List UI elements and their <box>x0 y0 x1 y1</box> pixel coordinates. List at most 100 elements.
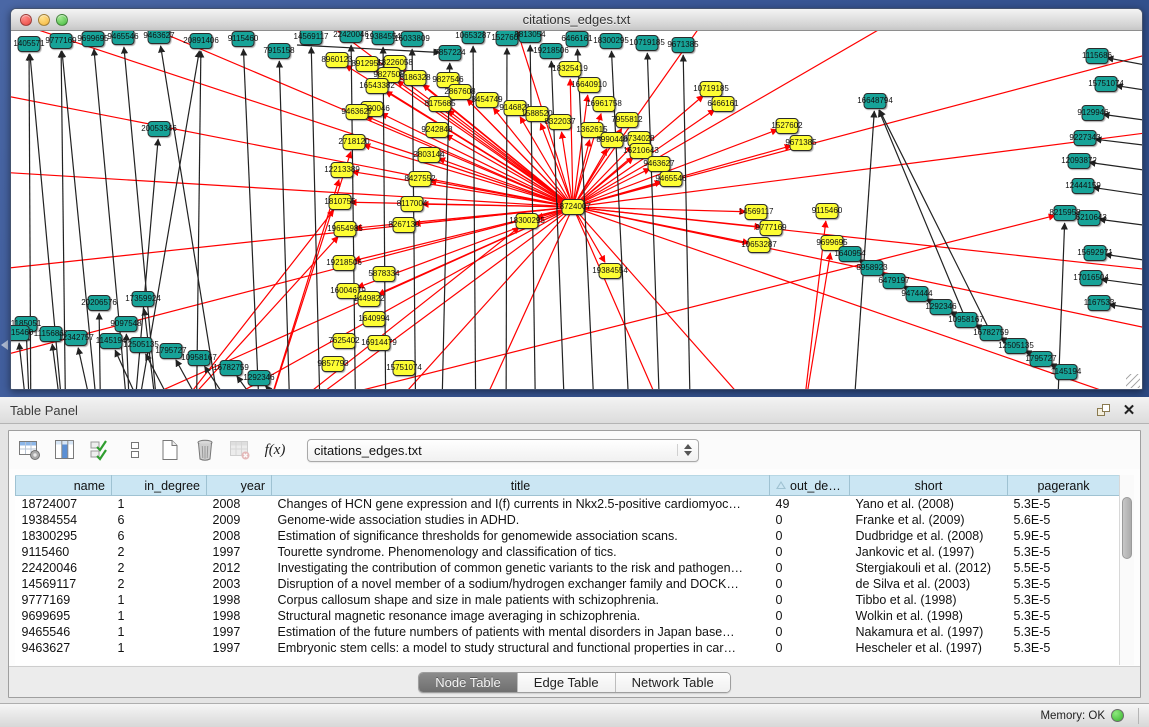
graph-node[interactable]: 9227343 <box>1074 130 1097 146</box>
graph-node[interactable]: 9465546 <box>660 171 683 187</box>
graph-node[interactable]: 9129946 <box>1082 105 1105 121</box>
table-cell[interactable]: Estimation of the future numbers of pati… <box>272 624 770 640</box>
table-cell[interactable]: 9777169 <box>16 592 112 608</box>
graph-node[interactable]: 2718120 <box>343 134 366 150</box>
graph-node[interactable]: 1145194 <box>1055 364 1078 380</box>
table-cell[interactable]: 1 <box>112 592 207 608</box>
table-cell[interactable]: Estimation of significance thresholds fo… <box>272 528 770 544</box>
graph-node[interactable]: 8267130 <box>393 217 416 233</box>
citation-edge-red[interactable] <box>573 207 605 262</box>
graph-node[interactable]: 1640994 <box>363 311 386 327</box>
graph-node[interactable]: 16210643 <box>1078 210 1101 226</box>
table-cell[interactable]: 0 <box>770 576 850 592</box>
graph-node[interactable]: 9115460 <box>232 31 255 47</box>
graph-node[interactable]: 8427552 <box>409 171 432 187</box>
table-cell[interactable]: 1997 <box>207 544 272 560</box>
table-cell[interactable]: 49 <box>770 496 850 512</box>
table-cell[interactable]: Tibbo et al. (1998) <box>850 592 1008 608</box>
close-panel-button[interactable]: ✕ <box>1119 401 1139 419</box>
table-cell[interactable]: 5.3E-5 <box>1008 496 1120 512</box>
table-cell[interactable]: 9463627 <box>16 640 112 656</box>
graph-node[interactable]: 9242848 <box>426 122 449 138</box>
citation-edge-black[interactable] <box>78 348 101 390</box>
function-builder-button[interactable]: f(x) <box>262 437 288 463</box>
new-column-button[interactable] <box>157 437 183 463</box>
graph-node[interactable]: 7857224 <box>439 45 462 61</box>
table-cell[interactable]: Investigating the contribution of common… <box>272 560 770 576</box>
graph-node[interactable]: 12505135 <box>130 337 153 353</box>
table-cell[interactable]: Changes of HCN gene expression and I(f) … <box>272 496 770 512</box>
table-row[interactable]: 2242004622012Investigating the contribut… <box>16 560 1120 576</box>
graph-node[interactable]: 16033809 <box>401 31 424 47</box>
graph-node[interactable]: 8322037 <box>549 114 572 130</box>
table-cell[interactable]: Franke et al. (2009) <box>850 512 1008 528</box>
graph-node[interactable]: 10958167 <box>955 312 978 328</box>
graph-node[interactable]: 18325419 <box>559 61 582 77</box>
table-cell[interactable]: 2 <box>112 560 207 576</box>
row-height-button[interactable] <box>122 437 148 463</box>
column-select-button[interactable] <box>87 437 113 463</box>
table-cell[interactable]: 2008 <box>207 496 272 512</box>
window-resize-grip[interactable] <box>1126 374 1140 388</box>
table-cell[interactable]: Corpus callosum shape and size in male p… <box>272 592 770 608</box>
graph-node[interactable]: 8117004 <box>401 196 424 212</box>
column-header-out_de[interactable]: out_de… <box>770 476 850 496</box>
graph-node[interactable]: 9463627 <box>346 104 369 120</box>
graph-node[interactable]: 9671385 <box>790 135 813 151</box>
graph-node[interactable]: 16914479 <box>368 335 391 351</box>
graph-node[interactable]: 8813054 <box>519 31 542 43</box>
table-cell[interactable]: 1 <box>112 640 207 656</box>
table-cell[interactable]: Genome-wide association studies in ADHD. <box>272 512 770 528</box>
graph-node[interactable]: 10719185 <box>636 35 659 51</box>
table-cell[interactable]: Wolkin et al. (1998) <box>850 608 1008 624</box>
graph-node[interactable]: 9465546 <box>112 31 135 45</box>
column-header-short[interactable]: short <box>850 476 1008 496</box>
table-cell[interactable]: 5.5E-5 <box>1008 560 1120 576</box>
column-header-title[interactable]: title <box>272 476 770 496</box>
graph-node[interactable]: 8990448 <box>601 132 624 148</box>
graph-node[interactable]: 22420046 <box>340 31 363 43</box>
table-cell[interactable]: Structural magnetic resonance image aver… <box>272 608 770 624</box>
graph-node[interactable]: 1810755 <box>329 194 352 210</box>
graph-node[interactable]: 16640910 <box>578 77 601 93</box>
table-cell[interactable]: 1997 <box>207 640 272 656</box>
graph-node[interactable]: 1527602 <box>496 31 519 46</box>
graph-node[interactable]: 9671385 <box>672 37 695 53</box>
citation-edge-red[interactable] <box>573 207 764 390</box>
table-cell[interactable]: 9699695 <box>16 608 112 624</box>
table-cell[interactable]: 5.3E-5 <box>1008 592 1120 608</box>
graph-node[interactable]: 10653287 <box>748 237 771 253</box>
citation-edge-black[interactable] <box>1093 187 1142 196</box>
close-window-button[interactable] <box>20 14 32 26</box>
graph-node[interactable]: 8454749 <box>476 92 499 108</box>
graph-node[interactable]: 1795727 <box>1030 351 1053 367</box>
table-row[interactable]: 946554611997Estimation of the future num… <box>16 624 1120 640</box>
zoom-window-button[interactable] <box>56 14 68 26</box>
minimize-window-button[interactable] <box>38 14 50 26</box>
graph-node[interactable]: 15751074 <box>1095 76 1118 92</box>
citation-edge-black[interactable] <box>1105 254 1142 261</box>
table-row[interactable]: 1938455462009Genome-wide association stu… <box>16 512 1120 528</box>
graph-node[interactable]: 9857793 <box>322 356 345 372</box>
table-cell[interactable]: 2008 <box>207 528 272 544</box>
table-cell[interactable]: Jankovic et al. (1997) <box>850 544 1008 560</box>
graph-node[interactable]: 16782759 <box>980 325 1003 341</box>
citation-edge-red[interactable] <box>573 54 1142 207</box>
graph-node[interactable]: 19384554 <box>599 263 622 279</box>
table-cell[interactable]: 5.3E-5 <box>1008 608 1120 624</box>
table-cell[interactable]: 5.3E-5 <box>1008 640 1120 656</box>
table-cell[interactable]: 5.9E-5 <box>1008 528 1120 544</box>
citation-edge-black[interactable] <box>1099 219 1142 226</box>
graph-node[interactable]: 1115686 <box>1086 48 1109 64</box>
graph-node[interactable]: 14569117 <box>745 204 768 220</box>
graph-node[interactable]: 12342757 <box>65 330 88 346</box>
column-header-in_degree[interactable]: in_degree <box>112 476 207 496</box>
graph-node[interactable]: 9463627 <box>148 31 171 44</box>
citation-edge-black[interactable] <box>1103 114 1142 121</box>
table-cell[interactable]: 19384554 <box>16 512 112 528</box>
graph-node[interactable]: 16782759 <box>220 360 243 376</box>
citation-edge-red[interactable] <box>573 207 1142 329</box>
table-row[interactable]: 977716911998Corpus callosum shape and si… <box>16 592 1120 608</box>
table-cell[interactable]: Yano et al. (2008) <box>850 496 1008 512</box>
citation-edge-black[interactable] <box>196 51 201 390</box>
